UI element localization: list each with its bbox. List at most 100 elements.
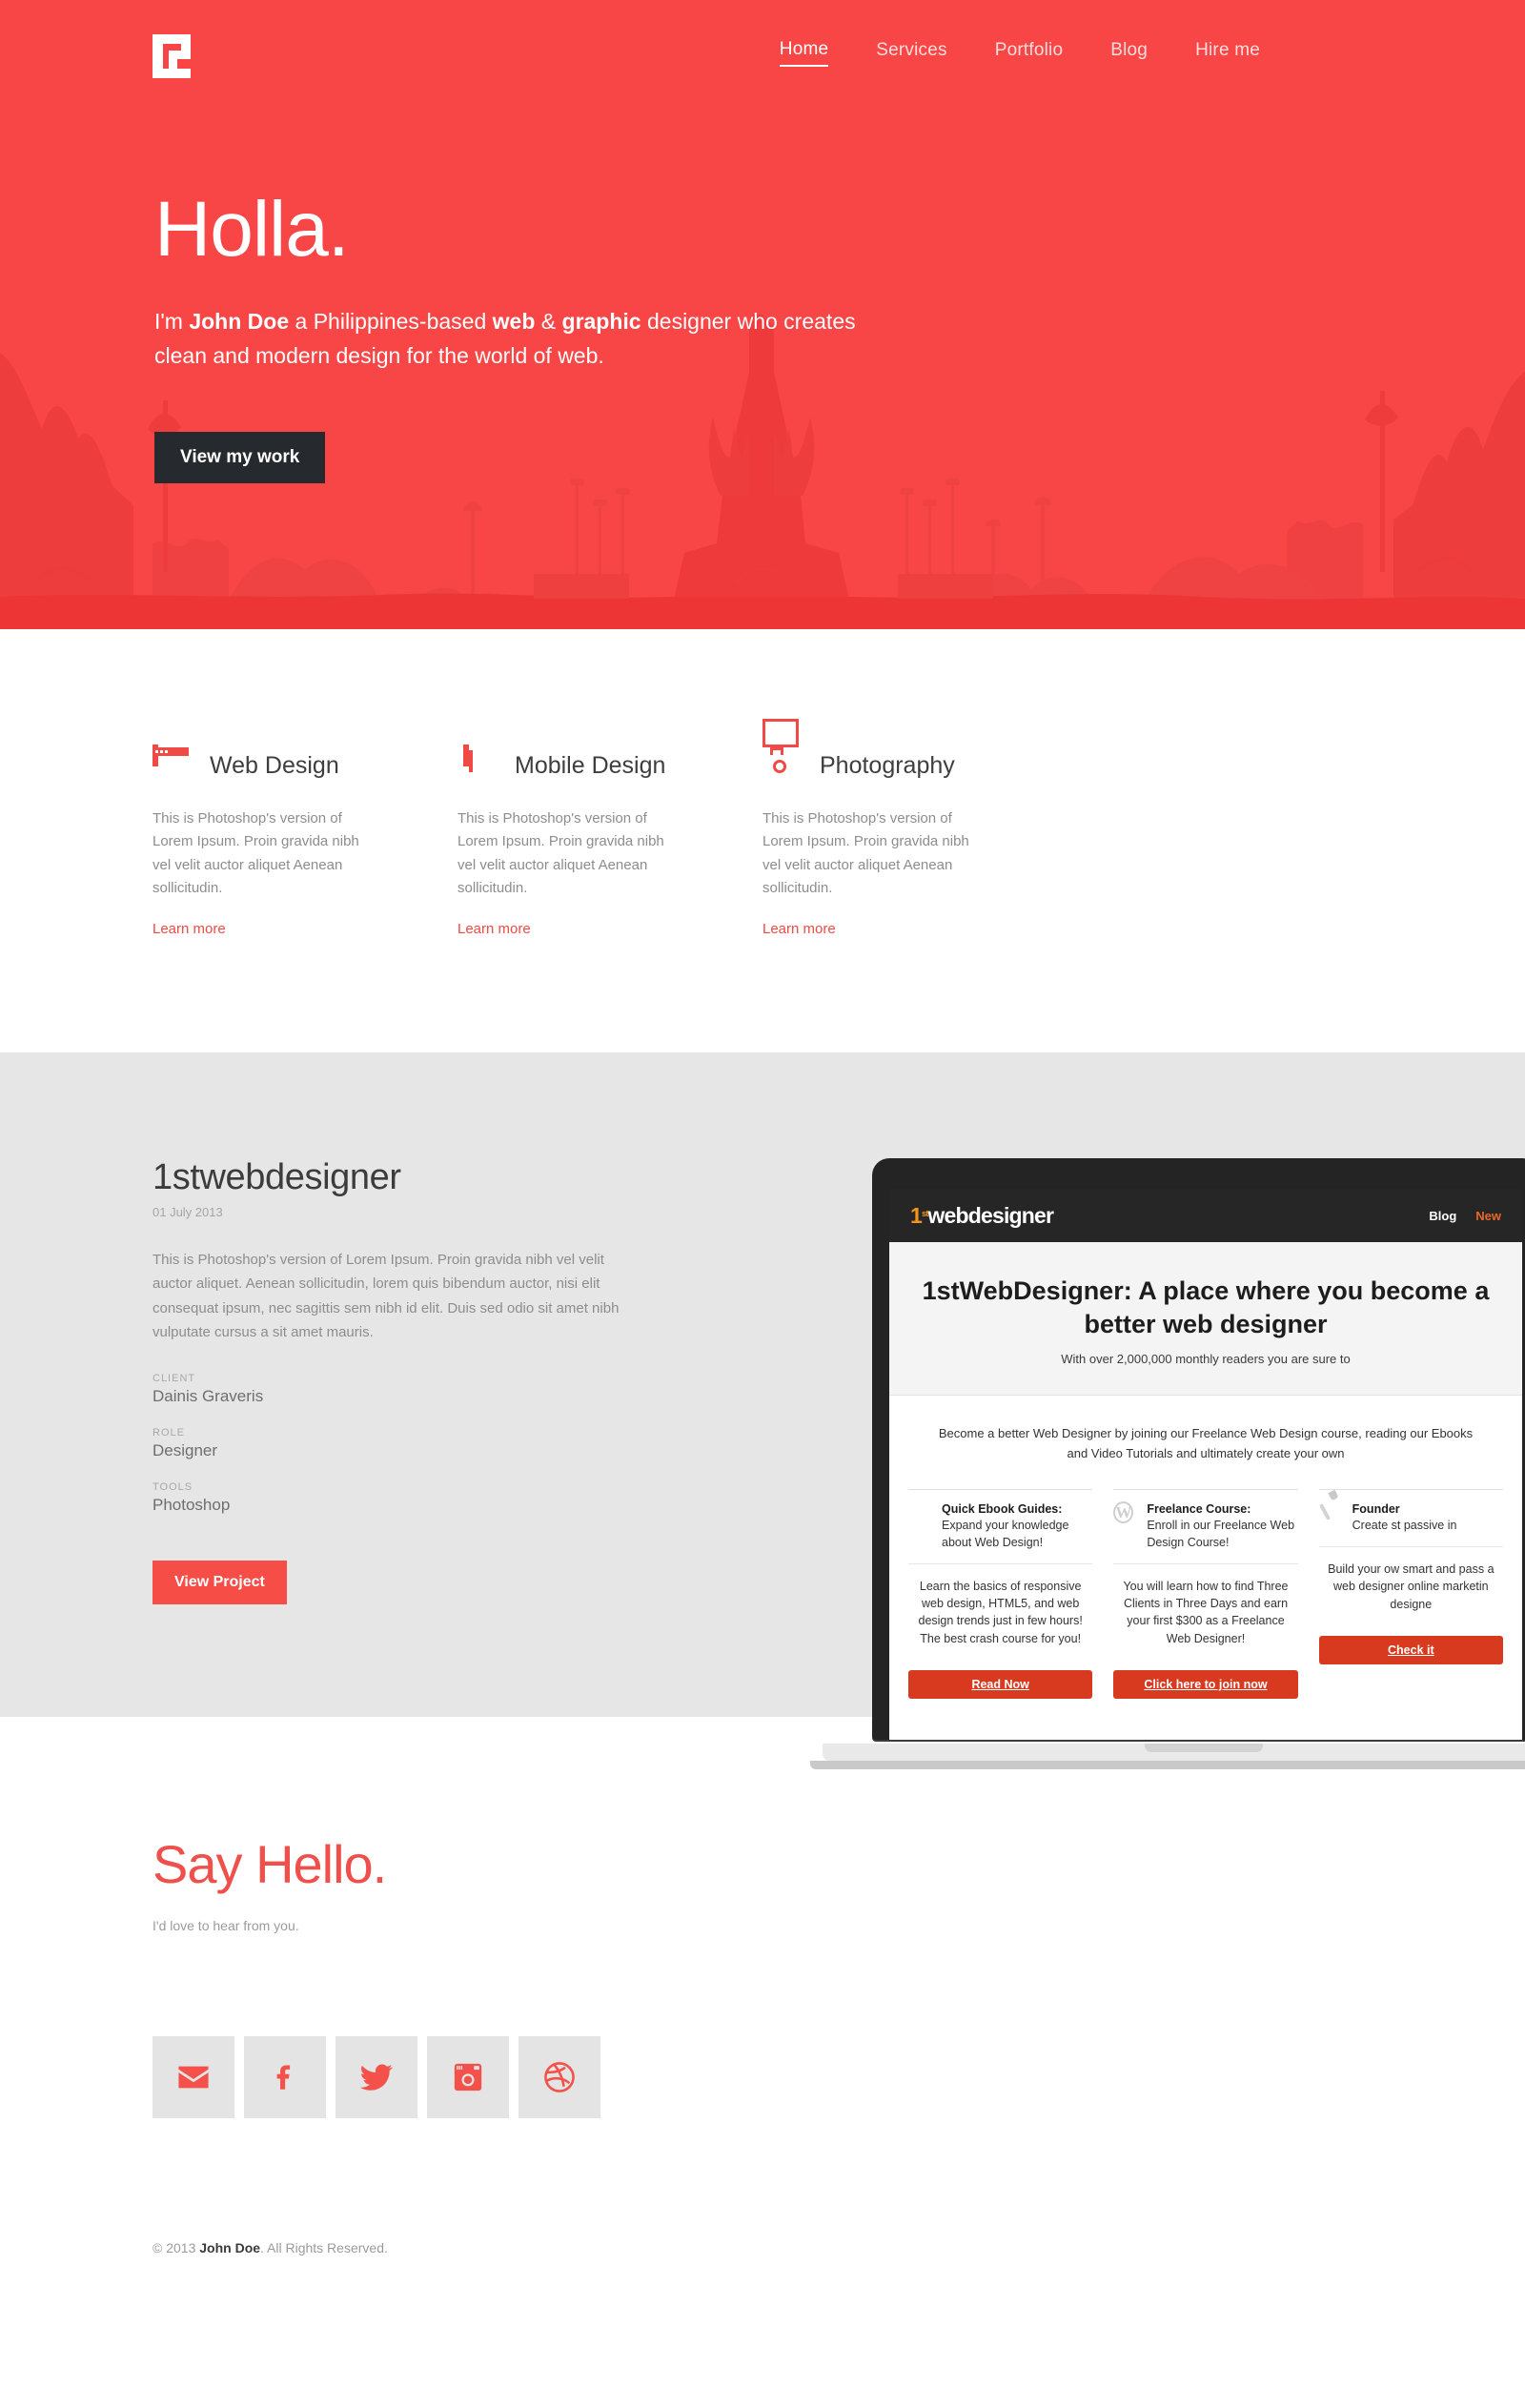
laptop-screen: 1st webdesigner Blog New 1stWebDesigner: … [889, 1189, 1522, 1740]
service-title: Web Design [210, 751, 339, 779]
mockup-headline: 1stWebDesigner: A place where you become… [922, 1276, 1490, 1338]
mockup-card-title-text: Quick Ebook Guides: [942, 1501, 1063, 1516]
check-it-button[interactable]: Check it [1318, 1635, 1503, 1664]
wordpress-icon: W [1113, 1500, 1134, 1523]
mockup-hero: 1stWebDesigner: A place where you become… [889, 1242, 1522, 1397]
mockup-card-title: Quick Ebook Guides: Expand your knowledge… [942, 1501, 1092, 1552]
mockup-subhead: With over 2,000,000 monthly readers you … [1061, 1352, 1351, 1367]
social-dribbble[interactable] [518, 2036, 600, 2119]
mockup-logo-sup: st [922, 1208, 928, 1218]
mockup-logo-one: 1 [910, 1202, 923, 1228]
view-my-work-button[interactable]: View my work [154, 432, 326, 484]
hero-kw-web: web [492, 309, 536, 334]
contact-title-dark: Say [152, 1834, 256, 1895]
mockup-logo-rest: webdesigner [927, 1202, 1054, 1228]
mockup-card-body: Build your ow smart and pass a web desig… [1318, 1546, 1503, 1613]
nav-item-blog[interactable]: Blog [1110, 40, 1148, 66]
hero-intro-pre: I'm [154, 309, 190, 334]
learn-more-link-web-design[interactable]: Learn more [152, 921, 226, 937]
service-card-mobile-design: Mobile Design This is Photoshop's versio… [458, 742, 762, 938]
laptop-base [823, 1744, 1525, 1761]
meta-value-tools: Photoshop [152, 1495, 231, 1514]
social-email[interactable] [152, 2036, 234, 2119]
meta-label-client: CLIENT [152, 1372, 196, 1384]
project-meta: CLIENT Dainis Graveris ROLE Designer TOO… [152, 1373, 686, 1515]
service-body: This is Photoshop's version of Lorem Ips… [458, 810, 664, 896]
portfolio-details: 1stwebdesigner 01 July 2013 This is Phot… [152, 1157, 686, 1604]
page-root: Home Services Portfolio Blog Hire me Hol… [0, 0, 1525, 2312]
hero-intro: I'm John Doe a Philippines-based web & g… [154, 305, 860, 373]
nav-item-portfolio[interactable]: Portfolio [995, 40, 1064, 66]
social-twitter[interactable] [336, 2036, 417, 2119]
nav-item-home[interactable]: Home [779, 39, 829, 67]
meta-label-tools: TOOLS [152, 1480, 193, 1493]
view-project-button[interactable]: View Project [152, 1560, 287, 1604]
mockup-card-founder: Founder Create st passive in Build your o… [1318, 1488, 1503, 1699]
meta-label-role: ROLE [152, 1426, 185, 1439]
mockup-card-body: You will learn how to find Three Clients… [1113, 1562, 1298, 1647]
instagram-icon [454, 2064, 482, 2092]
social-instagram[interactable] [427, 2036, 509, 2119]
brush-icon [1319, 1501, 1344, 1530]
contact-title: Say Hello. [152, 1833, 1372, 1895]
hero-section: Home Services Portfolio Blog Hire me Hol… [0, 0, 1525, 629]
social-facebook[interactable] [244, 2036, 326, 2119]
service-card-web-design: Web Design This is Photoshop's version o… [152, 742, 458, 938]
hero-name: John Doe [189, 309, 290, 334]
service-title: Photography [820, 751, 955, 779]
twitter-icon [359, 2064, 394, 2091]
mockup-nav-links: Blog New [1429, 1209, 1501, 1223]
mockup-card-title-text: Founder [1352, 1501, 1400, 1516]
contact-section: Say Hello. I'd love to hear from you. [0, 1717, 1525, 2119]
project-date: 01 July 2013 [152, 1205, 223, 1220]
mockup-nav-blog[interactable]: Blog [1429, 1209, 1456, 1223]
meta-value-client: Dainis Graveris [152, 1386, 264, 1405]
mockup-logo: 1st webdesigner [910, 1202, 1054, 1229]
learn-more-link-photography[interactable]: Learn more [762, 921, 836, 937]
mockup-card-subtitle: Create st passive in [1352, 1519, 1457, 1533]
page-footer: © 2013 John Doe. All Rights Reserved. [0, 2118, 1525, 2312]
join-now-button[interactable]: Click here to join now [1113, 1669, 1298, 1699]
services-grid: Web Design This is Photoshop's version o… [152, 719, 1372, 938]
hero-content: Holla. I'm John Doe a Philippines-based … [152, 186, 1372, 484]
mockup-nav-new[interactable]: New [1475, 1209, 1501, 1223]
copyright: © 2013 John Doe. All Rights Reserved. [152, 2240, 1372, 2255]
site-logo[interactable] [152, 34, 196, 78]
mockup-card-ebook: Quick Ebook Guides: Expand your knowledge… [908, 1488, 1093, 1699]
contact-subtitle: I'd love to hear from you. [152, 1918, 299, 1934]
mockup-card-title: Freelance Course: Enroll in our Freelance… [1147, 1501, 1297, 1552]
service-title: Mobile Design [515, 751, 666, 779]
pdf-icon [908, 1501, 933, 1530]
mockup-card-body: Learn the basics of responsive web desig… [908, 1562, 1093, 1647]
meta-value-role: Designer [152, 1440, 218, 1459]
service-body: This is Photoshop's version of Lorem Ips… [152, 810, 359, 896]
mockup-website: 1st webdesigner Blog New 1stWebDesigner: … [889, 1189, 1522, 1699]
read-now-button[interactable]: Read Now [908, 1669, 1093, 1699]
browser-icon [152, 745, 189, 784]
mobile-icon [458, 745, 494, 784]
learn-more-link-mobile-design[interactable]: Learn more [458, 921, 531, 937]
mockup-navbar: 1st webdesigner Blog New [889, 1189, 1522, 1242]
hero-intro-mid1: a Philippines-based [289, 309, 493, 334]
hero-title: Holla. [154, 186, 350, 273]
mockup-card-subtitle: Expand your knowledge about Web Design! [942, 1519, 1069, 1550]
facebook-icon [276, 2065, 291, 2090]
main-menu: Home Services Portfolio Blog Hire me [779, 39, 1260, 67]
mockup-card-title: Founder Create st passive in [1352, 1501, 1457, 1536]
nav-item-hire-me[interactable]: Hire me [1195, 40, 1260, 66]
top-navigation: Home Services Portfolio Blog Hire me [152, 0, 1372, 105]
camera-icon [762, 719, 799, 784]
mockup-lead: Become a better Web Designer by joining … [938, 1426, 1474, 1460]
nav-item-services[interactable]: Services [876, 40, 946, 66]
mockup-cards: Quick Ebook Guides: Expand your knowledge… [889, 1464, 1522, 1699]
project-title: 1stwebdesigner [152, 1157, 401, 1198]
email-icon [178, 2066, 209, 2089]
laptop-foot [810, 1761, 1525, 1769]
laptop-lid: 1st webdesigner Blog New 1stWebDesigner: … [872, 1158, 1525, 1740]
copyright-post: . All Rights Reserved. [260, 2240, 388, 2256]
social-links [152, 2036, 1372, 2119]
copyright-name: John Doe [199, 2240, 261, 2256]
service-body: This is Photoshop's version of Lorem Ips… [762, 810, 969, 896]
mockup-card-subtitle: Enroll in our Freelance Web Design Cours… [1147, 1519, 1295, 1550]
service-card-photography: Photography This is Photoshop's version … [762, 719, 1068, 938]
